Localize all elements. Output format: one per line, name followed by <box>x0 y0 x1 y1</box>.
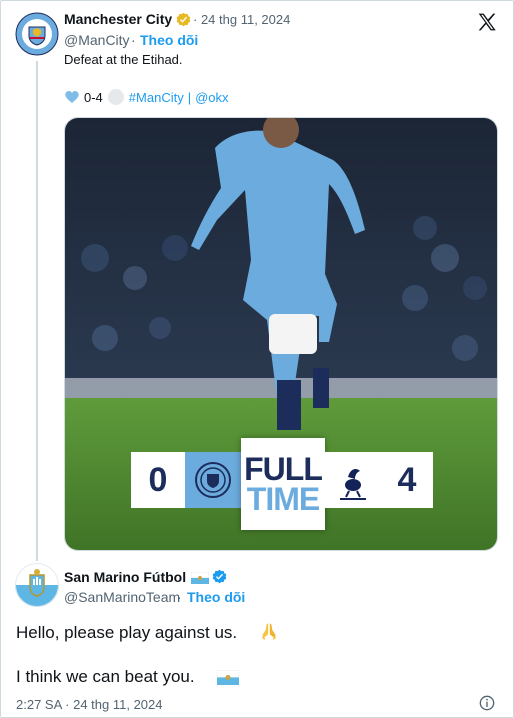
white-circle-icon <box>107 89 124 105</box>
san-marino-crest-icon <box>15 563 59 607</box>
tweet-media-image[interactable]: 0 FULL TIME 4 <box>64 117 498 551</box>
full-time-label: FULL TIME <box>241 438 325 530</box>
avatar-manchester-city[interactable] <box>14 11 60 57</box>
reply-author-handle[interactable]: @SanMarinoTeam <box>64 589 180 605</box>
reply-separator-dot: · <box>177 589 182 605</box>
heart-icon <box>65 91 79 103</box>
away-score: 4 <box>381 452 433 508</box>
tweet-card: Manchester City · 24 thg 11, 2024 @ManCi… <box>0 0 514 718</box>
full-text: FULL <box>244 450 323 487</box>
reply-timestamp[interactable]: 2:27 SA · 24 thg 11, 2024 <box>16 697 163 712</box>
home-score: 0 <box>131 452 185 508</box>
san-marino-flag-icon <box>191 572 209 584</box>
reply-follow-button[interactable]: Theo dõi <box>187 589 245 605</box>
man-city-crest-icon <box>14 11 60 57</box>
verified-gold-badge-icon <box>176 12 191 27</box>
x-logo-icon[interactable] <box>477 12 497 32</box>
separator-dot: · <box>131 32 136 48</box>
follow-button[interactable]: Theo dõi <box>140 32 198 48</box>
hashtag-link[interactable]: #ManCity <box>129 90 184 105</box>
scoreboard: 0 FULL TIME 4 <box>131 438 433 530</box>
mention-link[interactable]: @okx <box>195 90 228 105</box>
avatar-san-marino[interactable] <box>15 563 59 607</box>
tweet-tags-line: 0-4 #ManCity | @okx <box>64 88 229 106</box>
tweet-text: Defeat at the Etihad. <box>64 52 183 67</box>
tweet-date[interactable]: · 24 thg 11, 2024 <box>193 12 290 27</box>
reply-text-line1: Hello, please play against us. <box>16 623 238 642</box>
score-text: 0-4 <box>84 89 103 105</box>
time-text: TIME <box>246 481 320 517</box>
tag-separator: | <box>187 89 192 105</box>
verified-blue-badge-icon <box>212 569 227 584</box>
reply-text-line2: I think we can beat you. <box>16 667 195 686</box>
tottenham-badge-icon <box>325 452 381 508</box>
praying-hands-icon <box>261 623 277 640</box>
author-handle[interactable]: @ManCity <box>64 32 130 48</box>
info-icon[interactable] <box>479 695 495 711</box>
reply-author-name[interactable]: San Marino Fútbol <box>64 569 186 585</box>
man-city-badge-icon <box>185 452 241 508</box>
san-marino-flag-icon <box>217 670 239 685</box>
author-name[interactable]: Manchester City <box>64 11 172 27</box>
thread-connector-line <box>36 61 38 561</box>
